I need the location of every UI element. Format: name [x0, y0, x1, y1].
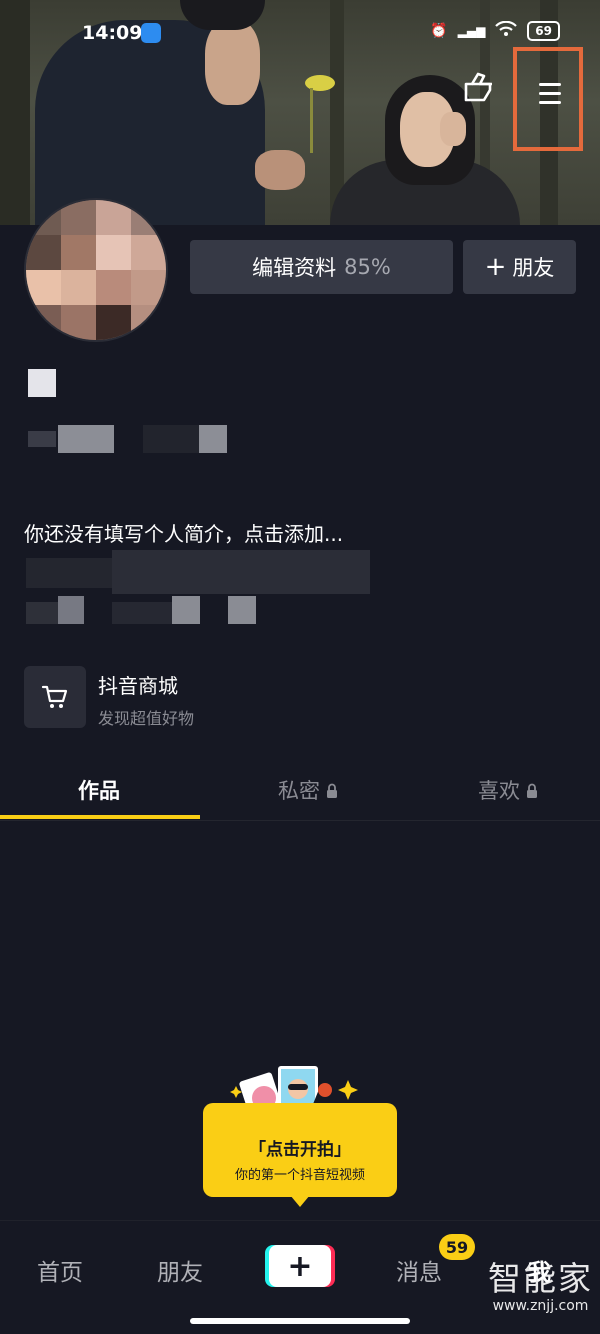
- avatar[interactable]: [24, 198, 168, 342]
- watermark-name: 智能家: [488, 1259, 593, 1298]
- plus-icon: +: [287, 1248, 313, 1284]
- profile-completion-percent: 85%: [344, 255, 391, 279]
- lock-icon: [527, 783, 537, 798]
- tab-likes-label: 喜欢: [478, 779, 520, 803]
- tip-title: 「点击开拍」: [249, 1140, 351, 1160]
- status-indicators: ⏰ ▂▄▆ 69: [430, 20, 560, 41]
- menu-button[interactable]: [513, 47, 583, 151]
- tab-works[interactable]: 作品: [78, 775, 120, 805]
- tab-divider: [0, 820, 600, 821]
- nav-messages[interactable]: 消息: [396, 1253, 442, 1287]
- status-time: 14:09: [82, 22, 143, 44]
- messages-badge: 59: [439, 1234, 475, 1260]
- app-notification-icon: [141, 23, 161, 43]
- user-id-redacted: [28, 425, 228, 453]
- tip-subtitle: 你的第一个抖音短视频: [234, 1168, 365, 1183]
- username-redacted: [28, 369, 56, 397]
- wifi-icon: [495, 20, 518, 41]
- edit-profile-button[interactable]: 编辑资料 85%: [190, 240, 453, 294]
- hamburger-menu-icon: [539, 83, 561, 110]
- add-friend-label: 朋友: [512, 256, 555, 280]
- shopping-cart-icon[interactable]: [24, 666, 86, 728]
- tab-likes[interactable]: 喜欢: [478, 775, 538, 805]
- plus-icon: +: [484, 252, 507, 282]
- watermark: 智能家 www.znjj.com: [488, 1252, 593, 1314]
- edit-profile-label: 编辑资料: [252, 256, 337, 280]
- hand-gesture-icon[interactable]: [460, 70, 500, 110]
- follow-stats-redacted: [26, 596, 258, 624]
- signal-icon: ▂▄▆: [457, 24, 486, 38]
- tab-works-label: 作品: [78, 779, 120, 803]
- first-video-tip[interactable]: 「点击开拍」 你的第一个抖音短视频: [203, 1103, 397, 1197]
- lock-icon: [327, 783, 337, 798]
- bio-placeholder[interactable]: 你还没有填写个人简介，点击添加...: [24, 518, 343, 547]
- shop-title[interactable]: 抖音商城: [98, 670, 178, 699]
- profile-tags-redacted: [26, 550, 370, 594]
- nav-friends[interactable]: 朋友: [157, 1253, 203, 1287]
- home-indicator[interactable]: [190, 1318, 410, 1324]
- tip-arrow: [290, 1195, 310, 1207]
- nav-home[interactable]: 首页: [37, 1253, 83, 1287]
- battery-indicator: 69: [527, 21, 560, 41]
- watermark-url: www.znjj.com: [492, 1298, 589, 1314]
- shop-subtitle: 发现超值好物: [98, 709, 195, 728]
- active-tab-indicator: [0, 815, 200, 819]
- alarm-icon: ⏰: [430, 23, 448, 39]
- tab-private-label: 私密: [278, 779, 320, 803]
- tab-private[interactable]: 私密: [278, 775, 338, 805]
- add-friend-button[interactable]: + 朋友: [463, 240, 576, 294]
- create-video-button[interactable]: +: [269, 1245, 331, 1287]
